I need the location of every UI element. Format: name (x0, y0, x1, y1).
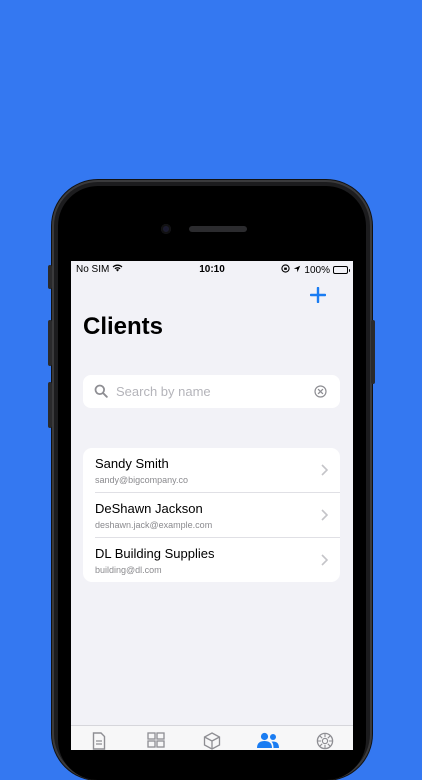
tab-items[interactable] (184, 726, 240, 750)
client-row[interactable]: Sandy Smith sandy@bigcompany.co (83, 448, 340, 492)
client-name: DL Building Supplies (95, 546, 215, 561)
client-row[interactable]: DeShawn Jackson deshawn.jack@example.com (83, 493, 340, 537)
chevron-right-icon (321, 508, 329, 526)
add-client-button[interactable] (307, 283, 329, 305)
location-icon (293, 265, 301, 276)
app-screen: No SIM 10:10 100% Clients Search by name… (71, 261, 353, 750)
search-input[interactable] (116, 382, 306, 400)
search-bar[interactable] (83, 375, 340, 408)
power-button (371, 320, 375, 384)
volume-up-button (48, 320, 52, 366)
earpiece-speaker (189, 226, 247, 232)
battery-percent: 100% (304, 264, 330, 276)
client-row[interactable]: DL Building Supplies building@dl.com (83, 538, 340, 582)
battery-icon (333, 266, 350, 274)
clear-search-icon[interactable] (314, 385, 327, 403)
tab-bar (71, 725, 353, 750)
tab-dashboard[interactable] (127, 726, 183, 750)
front-camera (161, 224, 171, 234)
client-name: Sandy Smith (95, 456, 169, 471)
settings-icon (316, 732, 334, 750)
client-name: DeShawn Jackson (95, 501, 203, 516)
lock-rotation-icon (281, 264, 291, 276)
search-icon (94, 384, 108, 403)
plus-icon (309, 286, 327, 304)
client-list: Sandy Smith sandy@bigcompany.co DeShawn … (83, 448, 340, 582)
client-email: building@dl.com (95, 565, 162, 575)
chevron-right-icon (321, 463, 329, 481)
box-icon (203, 732, 221, 750)
chevron-right-icon (321, 553, 329, 571)
people-icon (257, 732, 280, 748)
tab-clients[interactable] (240, 726, 296, 750)
grid-icon (146, 732, 165, 748)
document-icon (93, 732, 106, 750)
tab-invoices[interactable] (71, 726, 127, 750)
tab-settings[interactable] (297, 726, 353, 750)
page-title: Clients (83, 313, 164, 340)
volume-down-button (48, 382, 52, 428)
client-email: deshawn.jack@example.com (95, 520, 213, 530)
client-email: sandy@bigcompany.co (95, 475, 189, 485)
silent-switch (48, 265, 52, 289)
status-bar: No SIM 10:10 100% (71, 261, 353, 279)
